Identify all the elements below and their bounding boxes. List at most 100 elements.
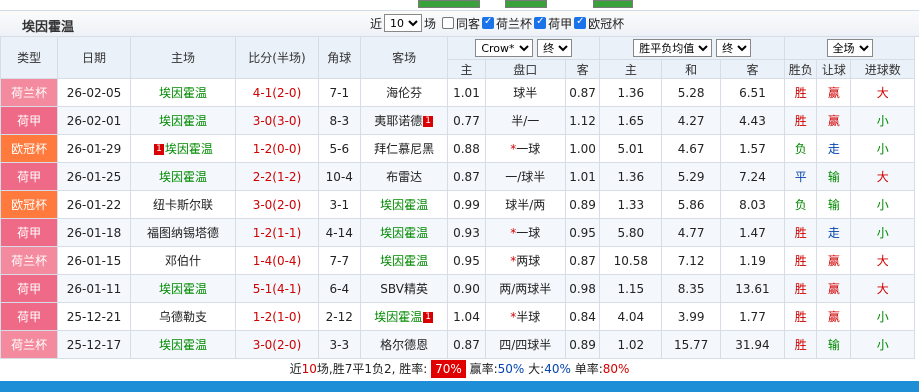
handicap-line-value: 半/一 — [511, 114, 540, 128]
away-team-name[interactable]: 埃因霍温 — [380, 198, 428, 212]
home-team[interactable]: 埃因霍温 — [129, 330, 237, 359]
euro-odds-select[interactable]: 胜平负均值 — [633, 39, 713, 57]
match-date: 26-01-15 — [57, 246, 131, 275]
home-team[interactable]: 纽卡斯尔联 — [129, 190, 237, 219]
result-cover: 赢 — [816, 246, 852, 275]
match-type[interactable]: 荷甲 — [0, 106, 59, 135]
match-score[interactable]: 2-2(1-2) — [235, 162, 319, 191]
home-team-name[interactable]: 乌德勒支 — [159, 310, 207, 324]
home-team-name[interactable]: 埃因霍温 — [159, 338, 207, 352]
result-over-under: 小 — [850, 134, 915, 163]
match-score[interactable]: 1-2(0-0) — [235, 134, 319, 163]
match-score[interactable]: 4-1(2-0) — [235, 78, 319, 107]
league-checkbox[interactable] — [534, 16, 547, 29]
match-type[interactable]: 荷兰杯 — [0, 330, 59, 359]
result-cover: 输 — [816, 190, 852, 219]
away-team[interactable]: 埃因霍温 — [359, 246, 449, 275]
away-team[interactable]: 埃因霍温 1 — [359, 302, 449, 331]
away-team[interactable]: 夷耶诺德 1 — [359, 106, 449, 135]
handicap-line: 球半/两 — [484, 190, 566, 219]
handicap-line-value: 半球 — [516, 310, 541, 324]
away-team[interactable]: 埃因霍温 — [359, 190, 449, 219]
match-score[interactable]: 5-1(4-1) — [235, 274, 319, 303]
same-home-checkbox[interactable] — [442, 17, 455, 29]
result-over-under: 大 — [850, 162, 915, 191]
home-team[interactable]: 1 埃因霍温 — [129, 134, 237, 163]
home-team-name[interactable]: 埃因霍温 — [159, 114, 207, 128]
col-type: 类型 — [0, 36, 59, 79]
away-team[interactable]: 拜仁慕尼黑 — [359, 134, 449, 163]
match-score[interactable]: 3-0(2-0) — [235, 190, 319, 219]
away-team-name[interactable]: 拜仁慕尼黑 — [374, 142, 434, 156]
company-select[interactable]: Crow* — [475, 39, 534, 57]
handicap-line-value: 球半 — [513, 86, 538, 100]
odd-rate-label: 单率: — [574, 362, 603, 376]
handicap-home-odds: 0.87 — [447, 330, 486, 359]
result-over-under: 小 — [850, 190, 915, 219]
summary-count: 10 — [301, 362, 317, 376]
home-team[interactable]: 乌德勒支 — [129, 302, 237, 331]
away-team-name[interactable]: 格尔德恩 — [380, 338, 428, 352]
match-count-select[interactable]: 10 — [384, 14, 423, 32]
match-score[interactable]: 1-2(1-1) — [235, 218, 319, 247]
home-team-name[interactable]: 福图纳锡塔德 — [147, 226, 219, 240]
result-win-loss: 胜 — [784, 302, 818, 331]
match-date: 26-01-25 — [57, 162, 131, 191]
handicap-home-odds: 1.04 — [447, 302, 486, 331]
table-row: 欧冠杯 26-01-29 1 埃因霍温 1-2(0-0) 5-6 拜仁慕尼黑 0.88 *一球 1… — [0, 134, 915, 163]
away-team-name[interactable]: 布雷达 — [386, 170, 422, 184]
away-team[interactable]: 布雷达 — [359, 162, 449, 191]
home-team-name[interactable]: 埃因霍温 — [159, 170, 207, 184]
match-type[interactable]: 荷甲 — [0, 302, 59, 331]
result-group-header: 全场 — [784, 36, 915, 60]
match-score[interactable]: 3-0(2-0) — [235, 330, 319, 359]
match-date: 26-01-22 — [57, 190, 131, 219]
away-team-name[interactable]: 埃因霍温 — [380, 226, 428, 240]
handicap-phase-select[interactable]: 终 — [537, 39, 573, 57]
match-type[interactable]: 荷甲 — [0, 274, 59, 303]
result-win-loss: 平 — [784, 162, 818, 191]
match-type[interactable]: 欧冠杯 — [0, 134, 59, 163]
away-team-name[interactable]: SBV精英 — [380, 282, 428, 296]
handicap-line: 四/四球半 — [484, 330, 566, 359]
home-team-name[interactable]: 埃因霍温 — [165, 142, 213, 156]
match-score[interactable]: 1-4(0-4) — [235, 246, 319, 275]
match-type[interactable]: 荷甲 — [0, 162, 59, 191]
away-team-name[interactable]: 埃因霍温 — [374, 310, 422, 324]
euro-away-odds: 13.61 — [719, 274, 786, 303]
away-team[interactable]: SBV精英 — [359, 274, 449, 303]
away-team[interactable]: 格尔德恩 — [359, 330, 449, 359]
match-type[interactable]: 荷兰杯 — [0, 78, 59, 107]
home-team[interactable]: 埃因霍温 — [129, 78, 237, 107]
home-team[interactable]: 埃因霍温 — [129, 106, 237, 135]
away-team[interactable]: 海伦芬 — [359, 78, 449, 107]
result-cover: 赢 — [816, 78, 852, 107]
away-team-name[interactable]: 埃因霍温 — [380, 254, 428, 268]
match-type[interactable]: 荷甲 — [0, 218, 59, 247]
corner-count: 3-1 — [317, 190, 361, 219]
cup-ho-checkbox[interactable] — [482, 16, 495, 29]
away-team-name[interactable]: 海伦芬 — [386, 86, 422, 100]
home-team[interactable]: 埃因霍温 — [129, 162, 237, 191]
home-team-name[interactable]: 纽卡斯尔联 — [153, 198, 213, 212]
ucl-checkbox[interactable] — [574, 16, 587, 29]
match-score[interactable]: 1-2(1-0) — [235, 302, 319, 331]
match-type[interactable]: 荷兰杯 — [0, 246, 59, 275]
scope-select[interactable]: 全场 — [826, 39, 873, 57]
home-team-name[interactable]: 埃因霍温 — [159, 86, 207, 100]
corner-count: 8-3 — [317, 106, 361, 135]
home-team-name[interactable]: 埃因霍温 — [159, 282, 207, 296]
match-score[interactable]: 3-0(3-0) — [235, 106, 319, 135]
result-win-loss: 胜 — [784, 246, 818, 275]
table-row: 荷兰杯 26-02-05 埃因霍温 4-1(2-0) 7-1 海伦芬 1.01 球半 0.87 1… — [0, 78, 915, 107]
euro-phase-select[interactable]: 终 — [716, 39, 752, 57]
away-team[interactable]: 埃因霍温 — [359, 218, 449, 247]
home-team-name[interactable]: 邓伯什 — [165, 254, 201, 268]
home-team[interactable]: 邓伯什 — [129, 246, 237, 275]
away-team-name[interactable]: 夷耶诺德 — [374, 114, 422, 128]
match-type[interactable]: 欧冠杯 — [0, 190, 59, 219]
home-team[interactable]: 福图纳锡塔德 — [129, 218, 237, 247]
result-win-loss: 胜 — [784, 218, 818, 247]
home-team[interactable]: 埃因霍温 — [129, 274, 237, 303]
euro-draw-odds: 7.12 — [661, 246, 721, 275]
